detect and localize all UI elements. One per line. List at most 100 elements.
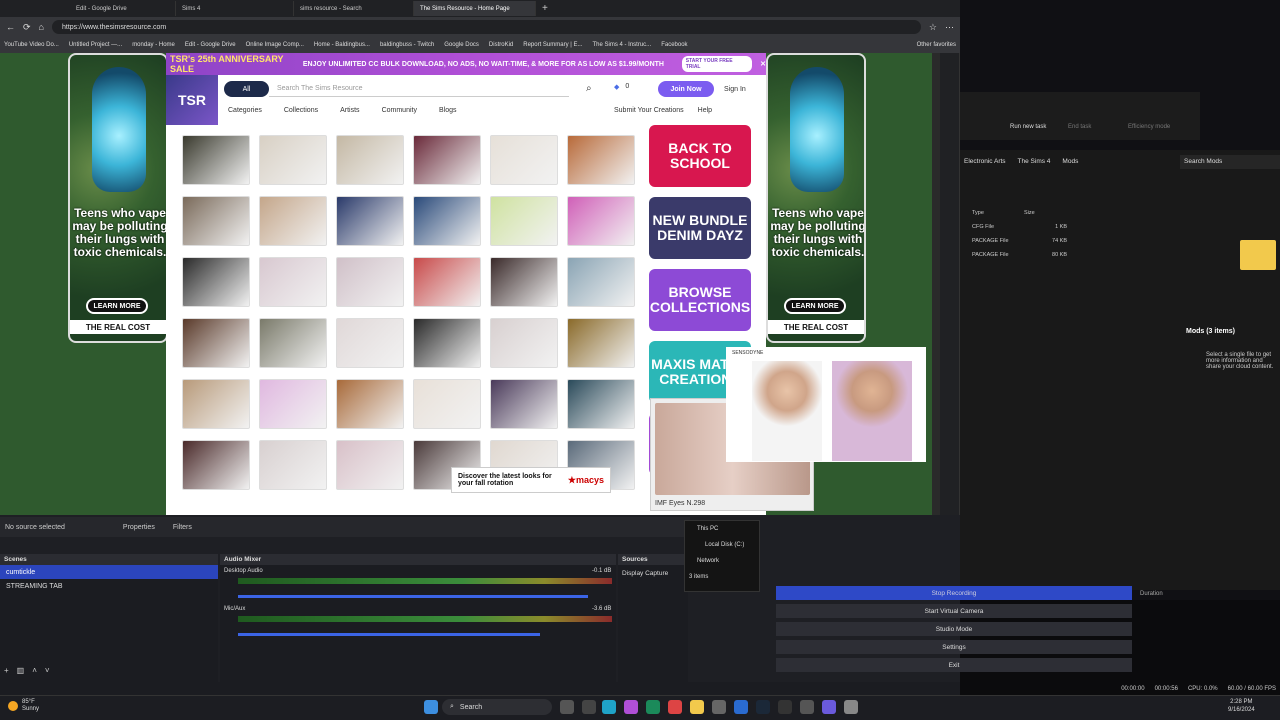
- creation-tile[interactable]: [182, 440, 250, 490]
- fav-item[interactable]: DistroKid: [489, 42, 513, 48]
- creation-tile[interactable]: [413, 318, 481, 368]
- creation-tile[interactable]: [336, 318, 404, 368]
- app-icon[interactable]: [844, 700, 858, 714]
- search-icon[interactable]: ⌕: [586, 83, 592, 94]
- promo-card[interactable]: NEW BUNDLE DENIM DAYZ: [649, 197, 751, 259]
- creation-tile[interactable]: [413, 379, 481, 429]
- creation-tile[interactable]: [490, 196, 558, 246]
- tab-search[interactable]: sims resource - Search: [294, 1, 414, 16]
- virtual-camera-button[interactable]: Start Virtual Camera: [776, 604, 1132, 618]
- fav-item[interactable]: baldingbuss - Twitch: [380, 42, 434, 48]
- fav-item[interactable]: The Sims 4 - Instruc...: [593, 42, 652, 48]
- nav-categories[interactable]: Categories: [228, 107, 262, 114]
- app-icon[interactable]: [712, 700, 726, 714]
- side-ad-right[interactable]: Teens who vape may be polluting their lu…: [766, 53, 866, 343]
- creation-tile[interactable]: [259, 440, 327, 490]
- cart[interactable]: ◆ 0: [614, 83, 629, 91]
- outlook-icon[interactable]: [734, 700, 748, 714]
- list-item[interactable]: PACKAGE File 80 KB: [972, 248, 1067, 262]
- app-icon[interactable]: [822, 700, 836, 714]
- filters-button[interactable]: Filters: [173, 524, 192, 531]
- fav-item[interactable]: Untitled Project —...: [69, 42, 122, 48]
- steam-icon[interactable]: [756, 700, 770, 714]
- tsr-logo[interactable]: TSR: [166, 75, 218, 125]
- nav-blogs[interactable]: Blogs: [439, 107, 457, 114]
- app-icon[interactable]: [646, 700, 660, 714]
- creation-tile[interactable]: [490, 318, 558, 368]
- creation-tile[interactable]: [490, 257, 558, 307]
- settings-button[interactable]: Settings: [776, 640, 1132, 654]
- fav-item[interactable]: Google Docs: [444, 42, 479, 48]
- creation-tile[interactable]: [413, 196, 481, 246]
- menu-icon[interactable]: ⋯: [945, 22, 954, 33]
- creation-tile[interactable]: [336, 257, 404, 307]
- creation-tile[interactable]: [567, 135, 635, 185]
- start-icon[interactable]: [424, 700, 438, 714]
- creation-tile[interactable]: [182, 135, 250, 185]
- run-task-button[interactable]: Run new task: [1010, 124, 1046, 130]
- col-size[interactable]: Size: [1024, 206, 1035, 220]
- creation-tile[interactable]: [413, 257, 481, 307]
- list-item[interactable]: CFG File 1 KB: [972, 220, 1067, 234]
- creation-tile[interactable]: [182, 318, 250, 368]
- side-ad-left[interactable]: Teens who vape may be polluting their lu…: [68, 53, 168, 343]
- scene-item[interactable]: cumtickle: [0, 565, 218, 579]
- promo-card[interactable]: BACK TO SCHOOL: [649, 125, 751, 187]
- stop-recording-button[interactable]: Stop Recording: [776, 586, 1132, 600]
- signin-link[interactable]: Sign In: [724, 81, 746, 97]
- clock[interactable]: 2:28 PM 9/16/2024: [1228, 698, 1255, 714]
- studio-mode-button[interactable]: Studio Mode: [776, 622, 1132, 636]
- add-icon[interactable]: +: [4, 666, 9, 675]
- creation-tile[interactable]: [336, 440, 404, 490]
- source-item[interactable]: Display Capture: [618, 565, 688, 582]
- submit-creations-link[interactable]: Submit Your Creations: [614, 107, 684, 114]
- close-icon[interactable]: ✕: [760, 60, 766, 68]
- star-icon[interactable]: ☆: [929, 22, 937, 33]
- nav-collections[interactable]: Collections: [284, 107, 318, 114]
- help-menu[interactable]: Help: [698, 107, 712, 114]
- efficiency-button[interactable]: Efficiency mode: [1128, 124, 1170, 130]
- weather-widget[interactable]: 85°F Sunny: [8, 699, 39, 713]
- fav-item[interactable]: Online Image Comp...: [246, 42, 304, 48]
- nav-artists[interactable]: Artists: [340, 107, 359, 114]
- learn-more-button[interactable]: LEARN MORE: [784, 298, 846, 314]
- taskbar-search[interactable]: ⌕ Search: [442, 699, 552, 715]
- creation-tile[interactable]: [259, 257, 327, 307]
- app-icon[interactable]: [624, 700, 638, 714]
- creation-tile[interactable]: [259, 318, 327, 368]
- col-type[interactable]: Type: [972, 206, 984, 220]
- end-task-button[interactable]: End task: [1068, 124, 1091, 130]
- crumb-mods[interactable]: Mods: [1062, 158, 1078, 165]
- macys-ad[interactable]: Discover the latest looks for your fall …: [451, 467, 611, 493]
- app-icon[interactable]: [800, 700, 814, 714]
- trash-icon[interactable]: ▥: [17, 666, 25, 675]
- video-ad[interactable]: SENSODYNE: [726, 347, 926, 462]
- creation-tile[interactable]: [567, 196, 635, 246]
- volume-slider[interactable]: [238, 595, 588, 598]
- fav-item[interactable]: Home - Baldingbus...: [314, 42, 370, 48]
- learn-more-button[interactable]: LEARN MORE: [86, 298, 148, 314]
- search-scope-select[interactable]: All: [224, 81, 269, 97]
- creation-tile[interactable]: [182, 196, 250, 246]
- promo-banner[interactable]: TSR's 25th ANNIVERSARY SALE ENJOY UNLIMI…: [166, 53, 766, 75]
- explorer-search[interactable]: Search Mods: [1180, 155, 1280, 169]
- creation-tile[interactable]: [336, 379, 404, 429]
- free-trial-button[interactable]: START YOUR FREE TRIAL: [681, 56, 753, 72]
- creation-tile[interactable]: [336, 135, 404, 185]
- crumb-sims[interactable]: The Sims 4: [1018, 158, 1051, 165]
- promo-card[interactable]: BROWSE COLLECTIONS: [649, 269, 751, 331]
- tree-this-pc[interactable]: This PC: [685, 521, 759, 537]
- fav-item[interactable]: Edit - Google Drive: [185, 42, 236, 48]
- creation-tile[interactable]: [336, 196, 404, 246]
- widgets-icon[interactable]: [582, 700, 596, 714]
- fav-item[interactable]: YouTube Video Do...: [4, 42, 59, 48]
- edge-icon[interactable]: [602, 700, 616, 714]
- home-icon[interactable]: ⌂: [39, 22, 44, 32]
- join-button[interactable]: Join Now: [658, 81, 714, 97]
- tab-sims4[interactable]: Sims 4: [176, 1, 294, 16]
- creation-tile[interactable]: [567, 318, 635, 368]
- down-icon[interactable]: ˅: [45, 666, 50, 675]
- creation-tile[interactable]: [259, 196, 327, 246]
- explorer-icon[interactable]: [690, 700, 704, 714]
- fav-item[interactable]: monday - Home: [132, 42, 175, 48]
